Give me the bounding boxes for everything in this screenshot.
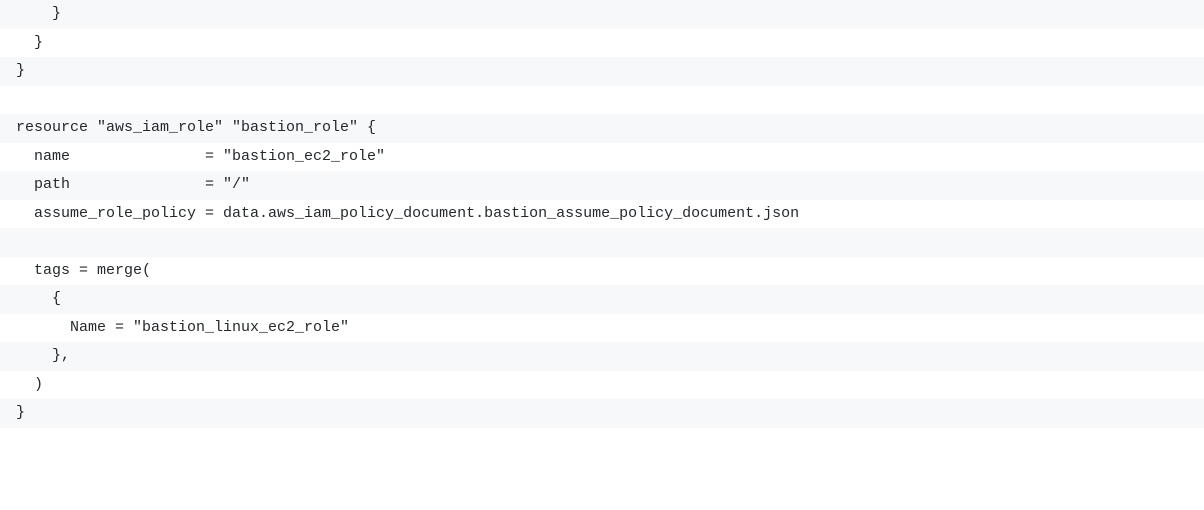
code-line: }, [0,342,1204,371]
code-line: } [0,57,1204,86]
code-line: ) [0,371,1204,400]
code-line: Name = "bastion_linux_ec2_role" [0,314,1204,343]
code-line: name = "bastion_ec2_role" [0,143,1204,172]
code-line: tags = merge( [0,257,1204,286]
code-line: assume_role_policy = data.aws_iam_policy… [0,200,1204,229]
code-line [0,228,1204,257]
code-line: } [0,399,1204,428]
code-line: } [0,0,1204,29]
code-line: } [0,29,1204,58]
code-line: path = "/" [0,171,1204,200]
code-line [0,86,1204,115]
code-block: } } } resource "aws_iam_role" "bastion_r… [0,0,1204,428]
code-line: resource "aws_iam_role" "bastion_role" { [0,114,1204,143]
code-line: { [0,285,1204,314]
